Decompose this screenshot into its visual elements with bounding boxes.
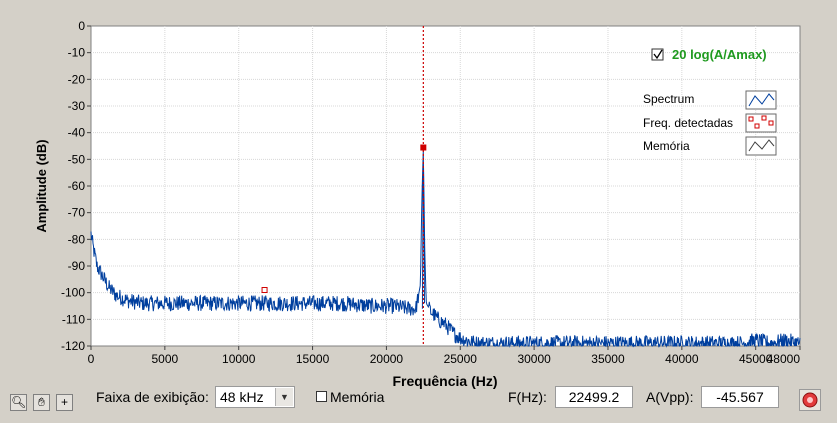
crosshair-icon: + [60, 395, 68, 409]
chevron-down-icon[interactable]: ▼ [275, 388, 293, 406]
amplitude-label: A(Vpp): [646, 389, 694, 405]
x-tick-label: 10000 [222, 352, 256, 366]
pan-tool-button[interactable]: ✋︎ [33, 394, 50, 411]
amplitude-field: -45.567 [701, 386, 779, 408]
y-tick-label: -60 [68, 179, 86, 193]
y-tick-label: 0 [78, 19, 85, 33]
y-tick-label: -80 [68, 232, 86, 246]
spectrum-chart[interactable]: 0 -10 -20 -30 -40 -50 -60 -70 -80 -90 -100 -110 -120… [0, 0, 837, 393]
record-icon [802, 392, 818, 408]
y-tick-label: -110 [62, 312, 85, 326]
frequency-label: F(Hz): [508, 389, 547, 405]
x-tick-label: 40000 [665, 352, 699, 366]
y-tick-label: -20 [68, 72, 86, 86]
cursor-tool-button[interactable]: + [56, 394, 73, 411]
detected-frequency-point[interactable] [420, 144, 427, 151]
range-label: Faixa de exibição: [96, 389, 209, 405]
legend-entry-spectrum: Spectrum [643, 92, 694, 106]
frequency-field: 22499.2 [555, 386, 633, 408]
y-tick-label: -10 [68, 46, 86, 60]
y-axis-label: Amplitude (dB) [34, 139, 49, 232]
memory-checkbox[interactable] [316, 391, 327, 402]
x-axis-label: Frequência (Hz) [392, 373, 497, 389]
x-tick-label: 30000 [517, 352, 551, 366]
zoom-icon: 🔍︎ [11, 395, 27, 409]
legend-swatch-spectrum [745, 90, 777, 110]
x-tick-label: 0 [88, 352, 95, 366]
legend-checkbox-label[interactable]: 20 log(A/Amax) [672, 47, 767, 62]
x-tick-label: 5000 [152, 352, 179, 366]
x-tick-label: 48000 [767, 352, 801, 366]
y-tick-label: -30 [68, 99, 86, 113]
pan-hand-icon: ✋︎ [38, 395, 45, 409]
y-tick-label: -120 [61, 339, 85, 353]
zoom-tool-button[interactable]: 🔍︎ [10, 394, 27, 411]
x-tick-label: 20000 [370, 352, 404, 366]
x-tick-label: 35000 [591, 352, 625, 366]
y-tick-label: -90 [68, 259, 86, 273]
y-tick-label: -100 [61, 286, 85, 300]
y-tick-label: -50 [68, 152, 86, 166]
legend-swatch-memory [745, 136, 777, 156]
x-tick-label: 15000 [296, 352, 330, 366]
legend-entry-memory: Memória [643, 139, 690, 153]
y-tick-label: -40 [68, 126, 86, 140]
range-select-value: 48 kHz [220, 389, 264, 405]
record-button[interactable] [799, 389, 821, 411]
range-select[interactable]: 48 kHz ▼ [215, 386, 295, 408]
x-tick-label: 25000 [444, 352, 478, 366]
y-tick-label: -70 [68, 206, 86, 220]
legend-entry-detected: Freq. detectadas [643, 116, 733, 130]
memory-checkbox-label[interactable]: Memória [330, 389, 384, 415]
